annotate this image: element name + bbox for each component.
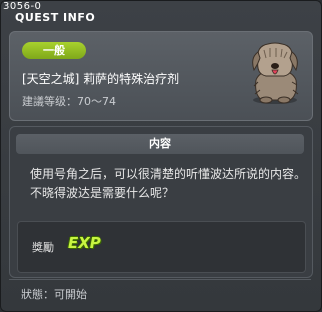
exp-reward-icon[interactable]: EXP bbox=[68, 234, 101, 252]
furry-dog-npc-icon bbox=[252, 42, 299, 104]
quest-category-badge: 一般 bbox=[22, 42, 86, 59]
content-header: 内容 bbox=[16, 134, 304, 154]
quest-content-panel: 内容 使用号角之后，可以很清楚的听懂波达所说的内容。不晓得波达是需要什么呢？ 獎… bbox=[9, 126, 313, 278]
quest-info-window: 3056-0 QUEST INFO 一般 [天空之城] 莉萨的特殊治疗剂 建議等… bbox=[0, 0, 322, 312]
reward-label: 獎勵 bbox=[32, 241, 54, 254]
window-title: QUEST INFO bbox=[15, 11, 96, 24]
quest-description: 使用号角之后，可以很清楚的听懂波达所说的内容。不晓得波达是需要什么呢？ bbox=[30, 167, 307, 200]
reward-box: 獎勵 EXP bbox=[17, 221, 306, 273]
quest-status: 狀態：可開始 bbox=[21, 288, 87, 301]
recommended-level: 建議等级：70～74 bbox=[22, 95, 116, 108]
quest-summary-panel: 一般 [天空之城] 莉萨的特殊治疗剂 建議等级：70～74 bbox=[9, 31, 313, 121]
divider bbox=[9, 279, 311, 280]
title-bar[interactable]: 3056-0 QUEST INFO bbox=[1, 1, 321, 27]
quest-name: [天空之城] 莉萨的特殊治疗剂 bbox=[22, 72, 180, 86]
